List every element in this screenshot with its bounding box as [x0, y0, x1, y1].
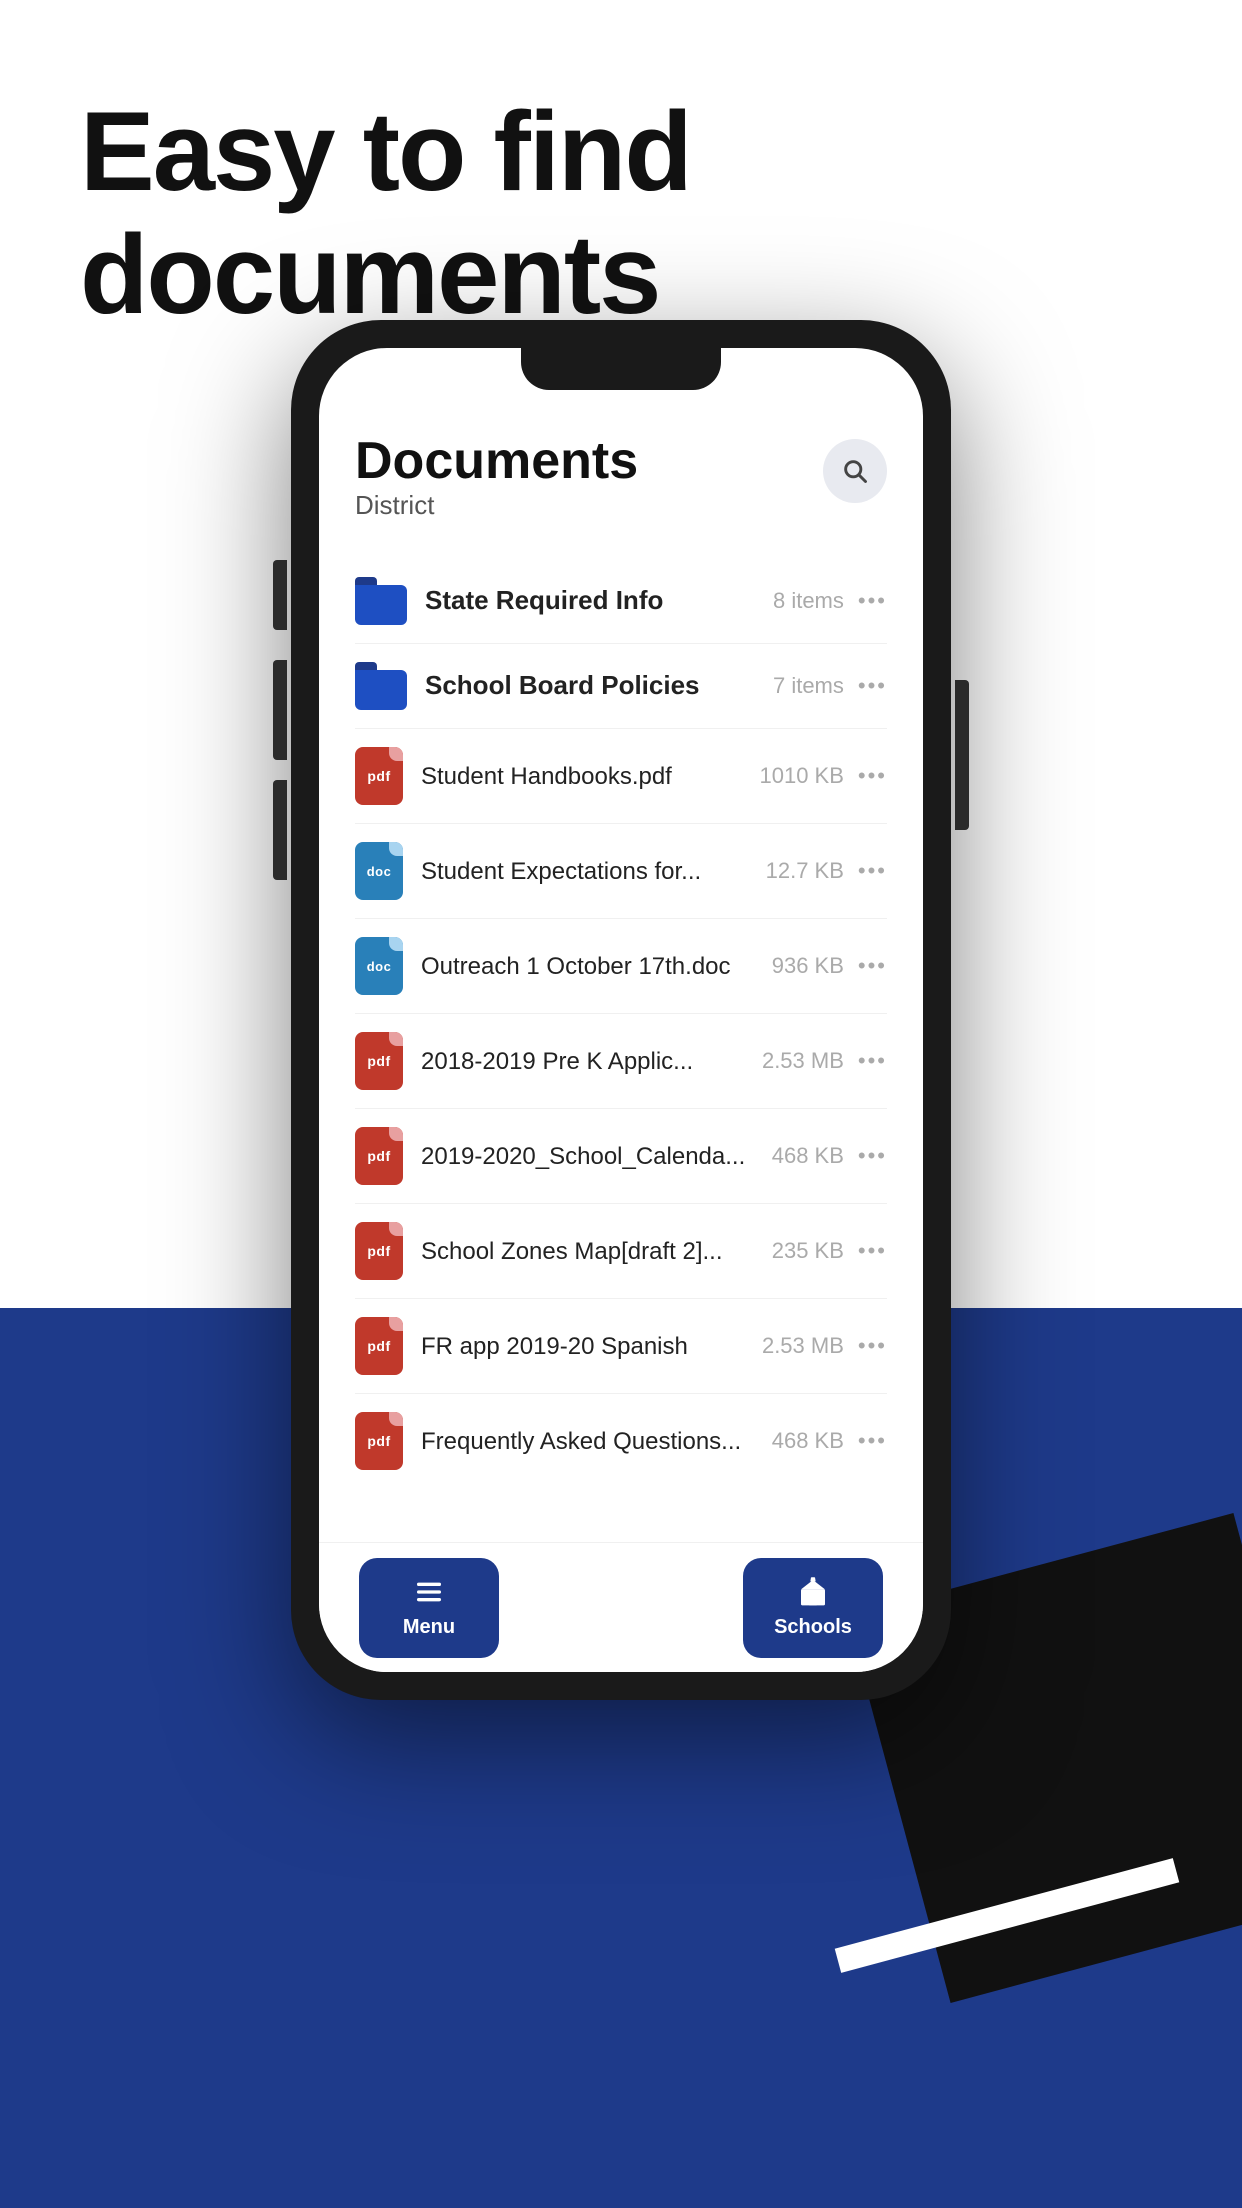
more-button[interactable]: ••• — [858, 1333, 887, 1359]
list-item[interactable]: School Board Policies 7 items ••• — [355, 644, 887, 729]
list-item[interactable]: pdf 2019-2020_School_Calenda... 468 KB •… — [355, 1109, 887, 1204]
item-meta: 7 items — [773, 673, 844, 699]
item-meta: 468 KB — [772, 1143, 844, 1169]
more-button[interactable]: ••• — [858, 953, 887, 979]
phone-shell: Documents District State Requi — [291, 320, 951, 1700]
screen-content: Documents District State Requi — [319, 403, 923, 1672]
schools-button[interactable]: Schools — [743, 1558, 883, 1658]
item-name: Student Expectations for... — [421, 856, 766, 887]
folder-icon — [355, 662, 407, 710]
item-name: School Board Policies — [425, 669, 773, 703]
item-meta: 1010 KB — [759, 763, 843, 789]
bottom-nav: Menu Schools — [319, 1542, 923, 1672]
more-button[interactable]: ••• — [858, 763, 887, 789]
phone-screen: Documents District State Requi — [319, 348, 923, 1672]
pdf-icon: pdf — [355, 1222, 403, 1280]
item-meta: 2.53 MB — [762, 1048, 844, 1074]
menu-icon — [413, 1576, 445, 1608]
documents-subtitle: District — [355, 490, 638, 521]
item-meta: 936 KB — [772, 953, 844, 979]
list-item[interactable]: doc Outreach 1 October 17th.doc 936 KB •… — [355, 919, 887, 1014]
more-button[interactable]: ••• — [858, 1143, 887, 1169]
phone-device: Documents District State Requi — [291, 320, 951, 1700]
more-button[interactable]: ••• — [858, 588, 887, 614]
schools-icon — [797, 1576, 829, 1608]
item-name: 2018-2019 Pre K Applic... — [421, 1046, 762, 1077]
phone-button-vol-up — [273, 660, 287, 760]
item-name: Frequently Asked Questions... — [421, 1426, 772, 1457]
hero-title: Easy to find documents — [80, 90, 1162, 336]
file-list: State Required Info 8 items ••• School B… — [355, 559, 887, 1488]
more-button[interactable]: ••• — [858, 673, 887, 699]
pdf-icon: pdf — [355, 1127, 403, 1185]
list-item[interactable]: pdf FR app 2019-20 Spanish 2.53 MB ••• — [355, 1299, 887, 1394]
phone-button-vol-down — [273, 780, 287, 880]
list-item[interactable]: pdf School Zones Map[draft 2]... 235 KB … — [355, 1204, 887, 1299]
item-meta: 8 items — [773, 588, 844, 614]
schools-label: Schools — [774, 1616, 852, 1639]
list-item[interactable]: pdf Frequently Asked Questions... 468 KB… — [355, 1394, 887, 1488]
list-item[interactable]: pdf Student Handbooks.pdf 1010 KB ••• — [355, 729, 887, 824]
pdf-icon: pdf — [355, 1412, 403, 1470]
item-meta: 12.7 KB — [766, 858, 844, 884]
doc-icon: doc — [355, 842, 403, 900]
documents-title-block: Documents District — [355, 433, 638, 553]
pdf-icon: pdf — [355, 1032, 403, 1090]
more-button[interactable]: ••• — [858, 1238, 887, 1264]
more-button[interactable]: ••• — [858, 858, 887, 884]
phone-button-power — [955, 680, 969, 830]
item-name: 2019-2020_School_Calenda... — [421, 1141, 772, 1172]
phone-notch — [521, 348, 721, 390]
item-meta: 2.53 MB — [762, 1333, 844, 1359]
list-item[interactable]: State Required Info 8 items ••• — [355, 559, 887, 644]
more-button[interactable]: ••• — [858, 1428, 887, 1454]
item-name: School Zones Map[draft 2]... — [421, 1236, 772, 1267]
phone-button-mute — [273, 560, 287, 630]
menu-label: Menu — [403, 1616, 455, 1639]
list-item[interactable]: doc Student Expectations for... 12.7 KB … — [355, 824, 887, 919]
menu-button[interactable]: Menu — [359, 1558, 499, 1658]
item-name: Student Handbooks.pdf — [421, 761, 759, 792]
doc-icon: doc — [355, 937, 403, 995]
search-button[interactable] — [823, 439, 887, 503]
more-button[interactable]: ••• — [858, 1048, 887, 1074]
item-meta: 235 KB — [772, 1238, 844, 1264]
pdf-icon: pdf — [355, 1317, 403, 1375]
folder-icon — [355, 577, 407, 625]
item-name: Outreach 1 October 17th.doc — [421, 951, 772, 982]
list-item[interactable]: pdf 2018-2019 Pre K Applic... 2.53 MB ••… — [355, 1014, 887, 1109]
documents-title: Documents — [355, 433, 638, 490]
item-meta: 468 KB — [772, 1428, 844, 1454]
item-name: FR app 2019-20 Spanish — [421, 1331, 762, 1362]
documents-header: Documents District — [355, 433, 887, 553]
search-icon — [841, 457, 869, 485]
pdf-icon: pdf — [355, 747, 403, 805]
item-name: State Required Info — [425, 584, 773, 618]
